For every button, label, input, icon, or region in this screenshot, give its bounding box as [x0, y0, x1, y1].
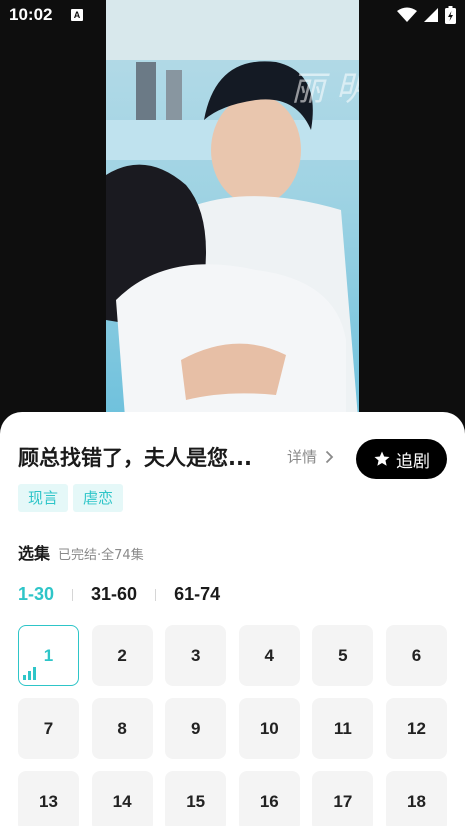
episode-cell[interactable]: 8	[91, 698, 153, 759]
episode-number: 5	[338, 645, 348, 665]
range-tab-61-74[interactable]: 61-74	[174, 584, 220, 605]
video-watermark: 丽 明	[291, 69, 359, 109]
details-link[interactable]: 详情	[287, 446, 334, 467]
drama-info-sheet: 顾总找错了，夫人是您... 详情 追剧 现言 虐恋 选集 已完结·全74集 1-…	[0, 412, 465, 826]
episode-number: 1	[43, 645, 54, 665]
episode-number: 4	[264, 645, 275, 665]
video-player[interactable]: 丽 明	[106, 0, 359, 430]
follow-label: 追剧	[396, 451, 430, 472]
episode-cell[interactable]: 16	[238, 771, 300, 826]
video-still: 丽 明	[106, 0, 359, 430]
chevron-right-icon	[325, 450, 334, 463]
signal-icon	[424, 8, 438, 22]
episode-number: 16	[259, 791, 279, 811]
episode-number: 2	[117, 645, 127, 665]
genre-tags: 现言 虐恋	[18, 484, 124, 512]
episode-cell[interactable]: 11	[312, 698, 374, 759]
episode-cell[interactable]: 13	[18, 771, 79, 826]
status-bar: 10:02 A	[0, 0, 465, 32]
battery-icon	[445, 6, 456, 24]
playing-icon	[23, 667, 36, 680]
episode-cell[interactable]: 2	[91, 625, 153, 686]
episode-number: 11	[333, 718, 352, 738]
episode-number: 8	[117, 718, 127, 738]
episode-grid: 1 2 3 4 5 6 7 8 9 10 11 12 13 14 15 16 1…	[18, 625, 447, 826]
notification-badge: A	[71, 9, 83, 21]
range-divider	[72, 588, 74, 601]
episode-number: 18	[407, 791, 426, 811]
episode-cell[interactable]: 7	[18, 698, 79, 759]
episode-cell[interactable]: 12	[385, 698, 447, 759]
episode-number: 10	[259, 718, 279, 738]
episode-number: 3	[190, 645, 201, 665]
follow-button[interactable]: 追剧	[356, 439, 447, 479]
range-tab-1-30[interactable]: 1-30	[18, 584, 54, 605]
episode-cell[interactable]: 9	[165, 698, 227, 759]
episode-number: 9	[190, 718, 201, 738]
episode-number: 7	[43, 718, 54, 738]
range-divider	[155, 588, 157, 601]
episode-range-tabs: 1-30 31-60 61-74	[18, 584, 220, 605]
episode-cell[interactable]: 4	[238, 625, 300, 686]
wifi-icon	[397, 7, 417, 22]
episode-cell[interactable]: 15	[165, 771, 227, 826]
star-icon	[374, 451, 390, 466]
status-icons	[397, 6, 456, 24]
details-label: 详情	[287, 448, 318, 466]
episode-cell[interactable]: 5	[312, 625, 374, 686]
episode-cell[interactable]: 18	[385, 771, 447, 826]
episodes-title: 选集	[18, 544, 51, 563]
episode-cell[interactable]: 10	[238, 698, 300, 759]
tag[interactable]: 现言	[18, 484, 69, 512]
episode-cell[interactable]: 3	[165, 625, 227, 686]
episodes-status: 已完结·全74集	[58, 548, 144, 563]
episode-number: 13	[39, 791, 58, 811]
episodes-header: 选集 已完结·全74集	[18, 540, 144, 564]
episode-cell[interactable]: 17	[312, 771, 374, 826]
episode-number: 15	[186, 791, 206, 811]
episode-number: 6	[411, 645, 422, 665]
drama-title: 顾总找错了，夫人是您...	[18, 446, 252, 470]
status-time: 10:02	[9, 5, 53, 24]
episode-number: 12	[407, 718, 426, 738]
episode-cell[interactable]: 14	[91, 771, 153, 826]
tag[interactable]: 虐恋	[73, 484, 124, 512]
episode-number: 14	[112, 791, 132, 811]
episode-number: 17	[333, 791, 353, 811]
episode-cell[interactable]: 6	[385, 625, 447, 686]
range-tab-31-60[interactable]: 31-60	[91, 584, 137, 605]
episode-cell-current[interactable]: 1	[18, 625, 79, 686]
